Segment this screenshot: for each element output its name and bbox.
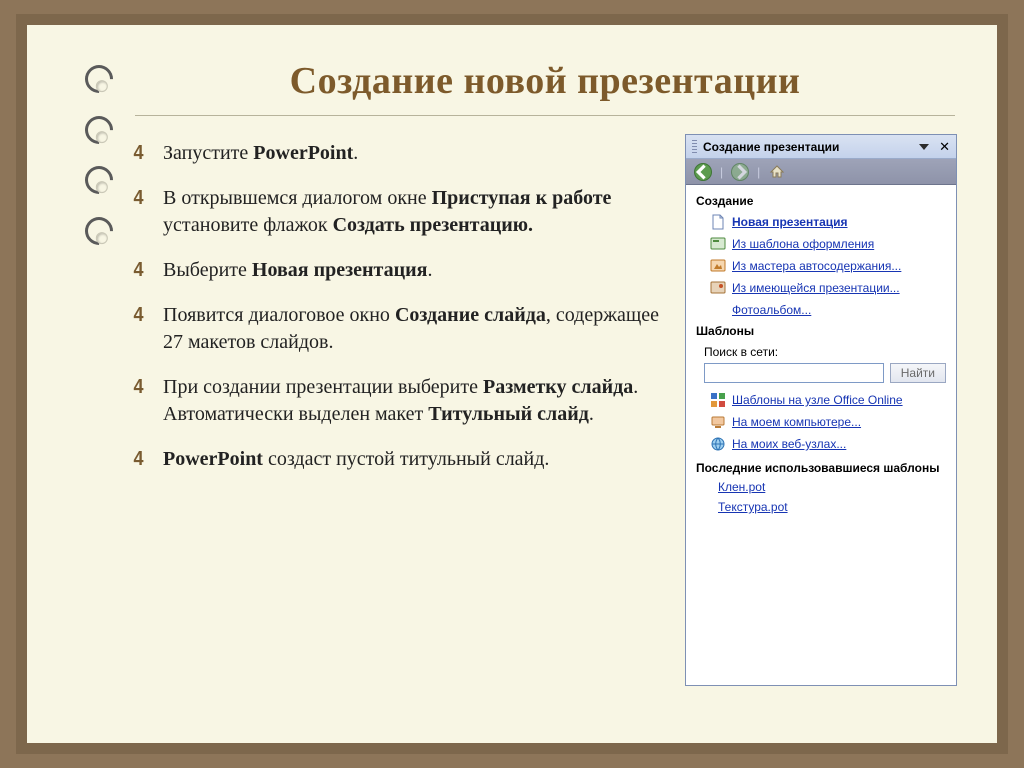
dropdown-icon[interactable] xyxy=(919,144,929,150)
web-sites-icon xyxy=(710,436,726,452)
link-from-existing[interactable]: Из имеющейся презентации... xyxy=(732,281,900,295)
title-divider xyxy=(135,115,955,116)
office-online-icon xyxy=(710,392,726,408)
design-template-icon xyxy=(710,236,726,252)
home-icon[interactable] xyxy=(768,164,785,180)
blank-doc-icon xyxy=(710,214,726,230)
link-on-websites[interactable]: На моих веб-узлах... xyxy=(732,437,846,451)
recent-template[interactable]: Текстура.pot xyxy=(718,500,788,514)
section-heading-templates: Шаблоны xyxy=(686,321,956,341)
task-pane: Создание презентации ✕ | | xyxy=(685,134,957,686)
list-item: При создании презентации выберите Размет… xyxy=(133,374,663,428)
section-heading-create: Создание xyxy=(686,191,956,211)
link-from-wizard[interactable]: Из мастера автосодержания... xyxy=(732,259,901,273)
grip-icon xyxy=(692,140,697,154)
link-photoalbum[interactable]: Фотоальбом... xyxy=(732,303,811,317)
template-search-input[interactable] xyxy=(704,363,884,383)
list-item: Выберите Новая презентация. xyxy=(133,257,663,284)
list-item: В открывшемся диалогом окне Приступая к … xyxy=(133,185,663,239)
existing-pres-icon xyxy=(710,280,726,296)
wizard-icon xyxy=(710,258,726,274)
link-from-design[interactable]: Из шаблона оформления xyxy=(732,237,874,251)
search-label: Поиск в сети: xyxy=(704,345,946,359)
my-computer-icon xyxy=(710,414,726,430)
recent-template[interactable]: Клен.pot xyxy=(718,480,765,494)
slide-title: Создание новой презентации xyxy=(133,59,957,103)
close-icon[interactable]: ✕ xyxy=(939,139,950,155)
search-button[interactable]: Найти xyxy=(890,363,946,383)
link-on-computer[interactable]: На моем компьютере... xyxy=(732,415,861,429)
taskpane-title: Создание презентации xyxy=(703,140,915,154)
section-heading-recent: Последние использовавшиеся шаблоны xyxy=(686,455,956,477)
link-new-presentation[interactable]: Новая презентация xyxy=(732,215,848,229)
photoalbum-icon xyxy=(710,302,726,318)
list-item: Запустите PowerPoint. xyxy=(133,140,663,167)
list-item: PowerPoint создаст пустой титульный слай… xyxy=(133,446,663,473)
nav-back-button[interactable] xyxy=(694,163,712,181)
nav-forward-button[interactable] xyxy=(731,163,749,181)
list-item: Появится диалоговое окно Создание слайда… xyxy=(133,302,663,356)
bullet-list: Запустите PowerPoint. В открывшемся диал… xyxy=(133,134,663,694)
link-office-online[interactable]: Шаблоны на узле Office Online xyxy=(732,393,903,407)
